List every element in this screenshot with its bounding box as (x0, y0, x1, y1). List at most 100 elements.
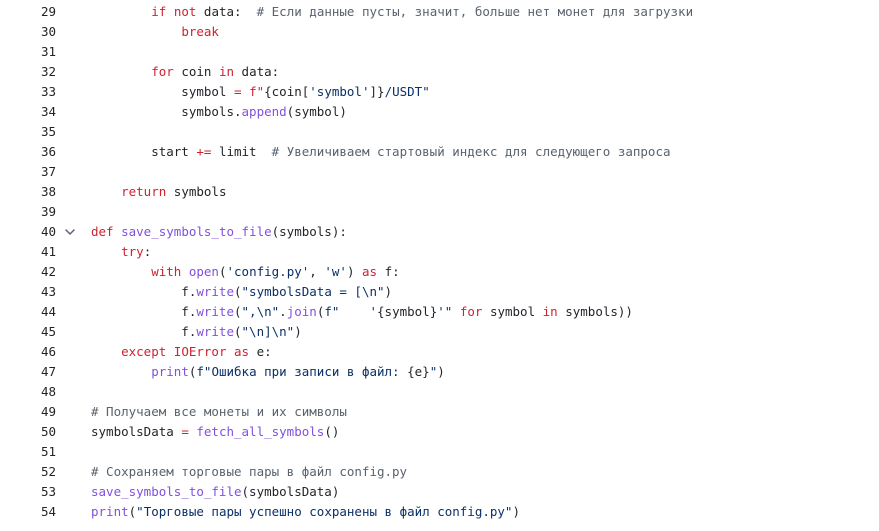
code-token: f: (377, 264, 400, 279)
code-content: for coin in data: (91, 62, 279, 82)
code-token: symbol (91, 84, 234, 99)
line-number[interactable]: 32 (0, 62, 56, 82)
code-token: write (196, 304, 234, 319)
line-number[interactable]: 31 (0, 42, 56, 62)
code-token: IOError (173, 344, 227, 359)
code-token: f. (91, 324, 197, 339)
code-token: "Торговые пары успешно сохранены в файл … (136, 504, 513, 519)
code-token: def (91, 224, 114, 239)
code-content: symbol = f"{coin['symbol']}/USDT" (91, 82, 429, 102)
code-content: # Сохраняем торговые пары в файл config.… (91, 462, 407, 482)
line-number[interactable]: 38 (0, 182, 56, 202)
line-number[interactable]: 35 (0, 122, 56, 142)
code-token: as (234, 344, 250, 359)
code-token: write (196, 324, 234, 339)
line-number[interactable]: 39 (0, 202, 56, 222)
code-content: start += limit # Увеличиваем стартовый и… (91, 142, 670, 162)
line-number[interactable]: 43 (0, 282, 56, 302)
line-number[interactable]: 49 (0, 402, 56, 422)
line-number[interactable]: 54 (0, 502, 56, 522)
code-token: for (459, 304, 483, 319)
code-token: ",\n" (241, 304, 280, 319)
code-token: symbolsData (91, 424, 182, 439)
line-number[interactable]: 37 (0, 162, 56, 182)
code-token: # Если данные пусты, значит, больше нет … (256, 4, 694, 19)
code-content: except IOError as e: (91, 342, 272, 362)
code-token: write (196, 284, 234, 299)
code-content: break (91, 22, 219, 42)
code-token: data: (234, 64, 280, 79)
line-number[interactable]: 34 (0, 102, 56, 122)
code-token: '" (437, 304, 453, 319)
code-content: try: (91, 242, 151, 262)
code-token: (symbolsData) (241, 484, 340, 499)
code-token: {coin[ (264, 84, 310, 99)
line-number[interactable]: 52 (0, 462, 56, 482)
code-token: return (121, 184, 167, 199)
code-token: append (241, 104, 287, 119)
line-number[interactable]: 45 (0, 322, 56, 342)
line-number[interactable]: 47 (0, 362, 56, 382)
code-token: f" (249, 84, 265, 99)
code-token: = (234, 84, 242, 99)
code-token: symbol (482, 304, 543, 319)
code-token: save_symbols_to_file (91, 484, 242, 499)
line-number[interactable]: 48 (0, 382, 56, 402)
line-number[interactable]: 46 (0, 342, 56, 362)
code-token: if (151, 4, 167, 19)
code-token: : (143, 244, 152, 259)
code-content: print(f"Ошибка при записи в файл: {e}") (91, 362, 445, 382)
code-token: start (91, 144, 197, 159)
code-token: ( (218, 264, 227, 279)
code-token: symbols (166, 184, 227, 199)
code-token: "\n]\n" (241, 324, 295, 339)
code-token: {symbol} (377, 304, 438, 319)
code-token: += (196, 144, 212, 159)
code-token: e: (249, 344, 272, 359)
line-number[interactable]: 29 (0, 2, 56, 22)
line-number[interactable]: 53 (0, 482, 56, 502)
line-number[interactable]: 41 (0, 242, 56, 262)
chevron-down-icon[interactable] (62, 222, 78, 242)
code-content: f.write("symbolsData = [\n") (91, 282, 392, 302)
code-token: limit (211, 144, 272, 159)
code-token: ) (346, 264, 362, 279)
code-token: (symbols): (271, 224, 347, 239)
code-token: in (218, 64, 235, 79)
code-token: symbols. (91, 104, 242, 119)
code-token: data: (196, 4, 257, 19)
line-number[interactable]: 40 (0, 222, 56, 242)
line-number[interactable]: 33 (0, 82, 56, 102)
code-token: () (324, 424, 340, 439)
code-content: def save_symbols_to_file(symbols): (91, 222, 347, 242)
code-content: print("Торговые пары успешно сохранены в… (91, 502, 520, 522)
code-token: # Получаем все монеты и их символы (91, 404, 347, 419)
line-number[interactable]: 50 (0, 422, 56, 442)
code-token: 'config.py' (226, 264, 310, 279)
code-content: f.write("\n]\n") (91, 322, 301, 342)
line-number[interactable]: 44 (0, 302, 56, 322)
code-token: 'w' (324, 264, 347, 279)
line-number[interactable]: 30 (0, 22, 56, 42)
code-token: f. (91, 284, 197, 299)
code-token: ) (384, 284, 393, 299)
code-token: break (181, 24, 219, 39)
code-token: symbols)) (557, 304, 633, 319)
code-token: . (279, 304, 287, 319)
code-token: 'symbol' (309, 84, 370, 99)
code-token: as (362, 264, 378, 279)
code-token: not (173, 4, 197, 19)
line-number[interactable]: 42 (0, 262, 56, 282)
code-token: ) (437, 364, 445, 379)
code-token: {e} (407, 364, 430, 379)
line-number[interactable]: 51 (0, 442, 56, 462)
line-number[interactable]: 36 (0, 142, 56, 162)
